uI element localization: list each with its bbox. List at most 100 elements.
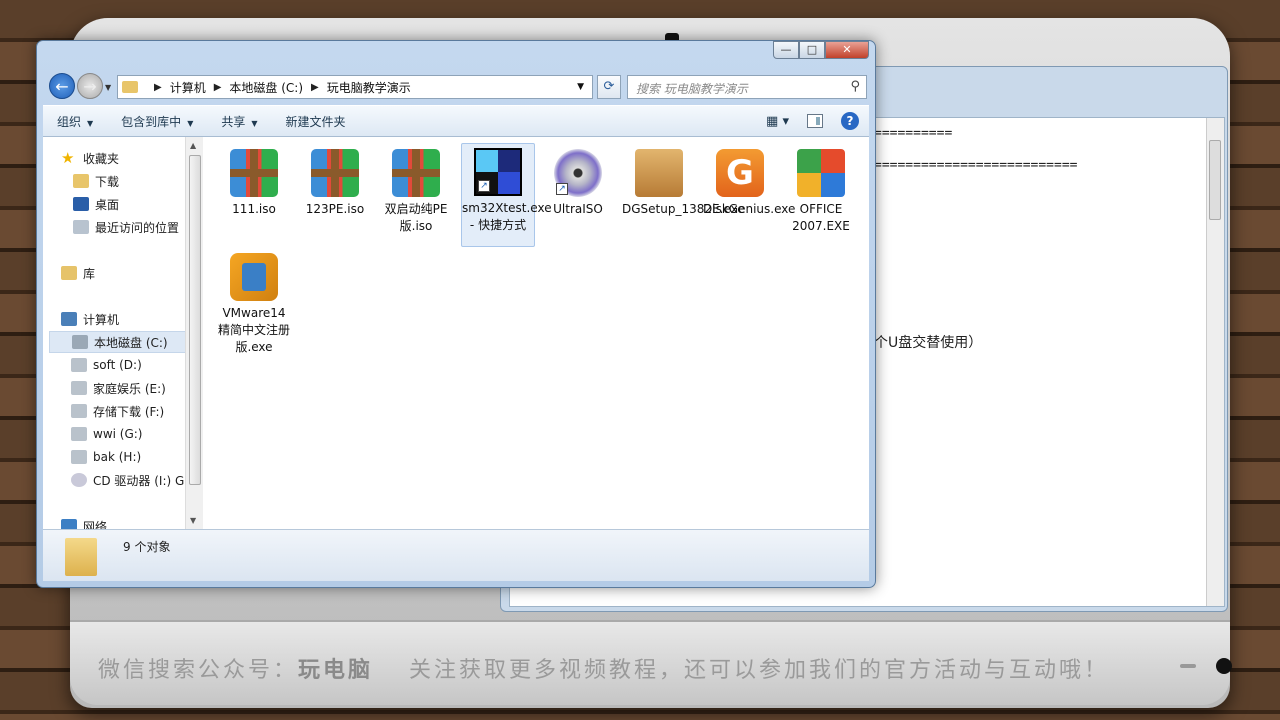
explorer-window[interactable]: — □ ✕ ← → ▼ ▶ 计算机 ▶ 本地磁盘 (C:) ▶ 玩电脑教学演示 … — [36, 40, 876, 588]
power-button — [1216, 658, 1232, 674]
new-folder-button[interactable]: 新建文件夹 — [272, 113, 360, 130]
sidebar-item-desktop[interactable]: 桌面 — [73, 193, 202, 215]
dropdown-arrow-icon: ▼ — [187, 118, 194, 128]
drive-label: 存储下载 (F:) — [93, 404, 165, 419]
recent-pages-dropdown-icon[interactable]: ▼ — [105, 83, 111, 92]
item-count: 9 个对象 — [123, 540, 171, 554]
drive-icon — [71, 358, 87, 372]
scrollbar-thumb[interactable] — [1209, 140, 1221, 220]
file-item[interactable]: OFFICE 2007.EXE — [784, 145, 858, 235]
search-input[interactable]: 搜索 玩电脑教学演示 ⚲ — [627, 75, 867, 99]
sidebar-computer[interactable]: 计算机 — [61, 308, 202, 330]
sidebar-drive-i[interactable]: CD 驱动器 (I:) G — [71, 469, 202, 491]
shortcut-arrow-icon: ↗ — [556, 183, 568, 195]
scroll-down-icon[interactable]: ▼ — [190, 516, 196, 525]
back-button[interactable]: ← — [49, 73, 75, 99]
file-name: 111.iso — [232, 202, 276, 216]
sidebar-item-label: 最近访问的位置 — [95, 220, 180, 235]
search-icon[interactable]: ⚲ — [850, 79, 860, 94]
include-label: 包含到库中 — [121, 114, 182, 129]
banner-prefix: 微信搜索公众号： — [98, 658, 299, 683]
file-name: OFFICE 2007.EXE — [792, 202, 850, 233]
file-item[interactable]: 111.iso — [217, 145, 291, 218]
forward-button[interactable]: → — [77, 73, 103, 99]
chevron-right-icon[interactable]: ▶ — [154, 82, 162, 93]
file-item[interactable]: ↗ UltraISO — [541, 145, 615, 218]
sidebar-item-recent[interactable]: 最近访问的位置 — [73, 216, 202, 238]
refresh-button[interactable]: ⟳ — [597, 75, 621, 99]
text-line: ========================== — [874, 158, 1078, 173]
file-item[interactable]: DGSetup_1382E.exe — [622, 145, 745, 218]
file-item[interactable]: VMware14精简中文注册版.exe — [217, 249, 291, 356]
file-name: UltraISO — [553, 202, 603, 216]
folder-icon — [65, 538, 97, 576]
drive-label: 本地磁盘 (C:) — [94, 335, 168, 350]
downloads-folder-icon — [73, 174, 89, 188]
banner-suffix: 关注获取更多视频教程，还可以参加我们的官方活动与互动哦！ — [409, 658, 1110, 683]
sidebar-drive-f[interactable]: 存储下载 (F:) — [71, 400, 202, 422]
indicator-light — [1180, 664, 1196, 668]
close-button[interactable]: ✕ — [825, 41, 869, 59]
banner-brand: 玩电脑 — [298, 657, 374, 683]
computer-label: 计算机 — [83, 312, 120, 327]
view-options-icon[interactable]: ▦ ▾ — [766, 114, 789, 129]
file-name: 双启动纯PE版.iso — [384, 202, 448, 233]
winrar-archive-icon — [230, 149, 278, 197]
file-item-selected[interactable]: ↗ sm32Xtest.exe - 快捷方式 — [461, 143, 552, 247]
sidebar-drive-c[interactable]: 本地磁盘 (C:) — [49, 331, 197, 353]
recent-places-icon — [73, 220, 89, 234]
star-icon: ★ — [61, 149, 75, 167]
include-in-library-button[interactable]: 包含到库中 ▼ — [107, 113, 207, 130]
file-item[interactable]: 双启动纯PE版.iso — [379, 145, 453, 235]
drive-label: bak (H:) — [93, 450, 142, 464]
file-item[interactable]: 123PE.iso — [298, 145, 372, 218]
dropdown-arrow-icon: ▼ — [87, 118, 94, 128]
library-label: 库 — [83, 266, 96, 281]
navigation-scrollbar[interactable]: ▲ ▼ — [185, 137, 203, 529]
breadcrumb-drive[interactable]: 本地磁盘 (C:) — [229, 79, 303, 96]
file-name: VMware14精简中文注册版.exe — [217, 306, 290, 354]
chevron-right-icon[interactable]: ▶ — [311, 82, 319, 93]
cd-drive-icon — [71, 473, 87, 487]
navigation-pane[interactable]: ★ 收藏夹 下载 桌面 最近访问的位置 库 计算机 本地磁盘 (C:) soft … — [43, 137, 203, 529]
promo-banner: 微信搜索公众号：玩电脑 关注获取更多视频教程，还可以参加我们的官方活动与互动哦！ — [98, 652, 1178, 692]
sidebar-drive-g[interactable]: wwi (G:) — [71, 423, 202, 445]
sidebar-favorites[interactable]: ★ 收藏夹 — [61, 147, 202, 169]
file-item[interactable]: G DiskGenius.exe — [703, 145, 796, 218]
disc-icon: ↗ — [554, 149, 602, 197]
drive-icon — [71, 450, 87, 464]
shortcut-arrow-icon: ↗ — [478, 180, 490, 192]
preview-pane-icon[interactable] — [807, 114, 823, 128]
folder-icon — [122, 81, 138, 93]
maximize-button[interactable]: □ — [799, 41, 825, 59]
sidebar-drive-d[interactable]: soft (D:) — [71, 354, 202, 376]
sidebar-item-downloads[interactable]: 下载 — [73, 170, 202, 192]
favorites-label: 收藏夹 — [83, 151, 120, 166]
scrollbar-thumb[interactable] — [189, 155, 201, 485]
share-button[interactable]: 共享 ▼ — [207, 113, 271, 130]
address-bar[interactable]: ▶ 计算机 ▶ 本地磁盘 (C:) ▶ 玩电脑教学演示 ▼ — [117, 75, 593, 99]
organize-button[interactable]: 组织 ▼ — [43, 113, 107, 130]
scroll-up-icon[interactable]: ▲ — [190, 141, 196, 150]
help-icon[interactable]: ? — [841, 112, 859, 130]
navigation-bar: ← → ▼ ▶ 计算机 ▶ 本地磁盘 (C:) ▶ 玩电脑教学演示 ▼ ⟳ 搜索… — [45, 73, 869, 101]
drive-icon — [71, 427, 87, 441]
drive-icon — [72, 335, 88, 349]
vertical-scrollbar[interactable] — [1206, 118, 1224, 606]
sidebar-network[interactable]: 网络 — [61, 515, 202, 529]
chevron-right-icon[interactable]: ▶ — [214, 82, 222, 93]
drive-label: wwi (G:) — [93, 427, 143, 441]
file-list[interactable]: 111.iso 123PE.iso 双启动纯PE版.iso ↗ sm32Xtest… — [203, 137, 869, 529]
minimize-button[interactable]: — — [773, 41, 799, 59]
sidebar-libraries[interactable]: 库 — [61, 262, 202, 284]
file-name: DGSetup_1382E.exe — [622, 202, 745, 216]
address-dropdown-icon[interactable]: ▼ — [577, 82, 584, 92]
breadcrumb-folder[interactable]: 玩电脑教学演示 — [327, 79, 411, 96]
file-name: DiskGenius.exe — [703, 202, 796, 216]
drive-label: 家庭娱乐 (E:) — [93, 381, 166, 396]
organize-label: 组织 — [57, 114, 82, 129]
sidebar-drive-h[interactable]: bak (H:) — [71, 446, 202, 468]
breadcrumb-computer[interactable]: 计算机 — [170, 79, 206, 96]
vmware-icon — [230, 253, 278, 301]
sidebar-drive-e[interactable]: 家庭娱乐 (E:) — [71, 377, 202, 399]
